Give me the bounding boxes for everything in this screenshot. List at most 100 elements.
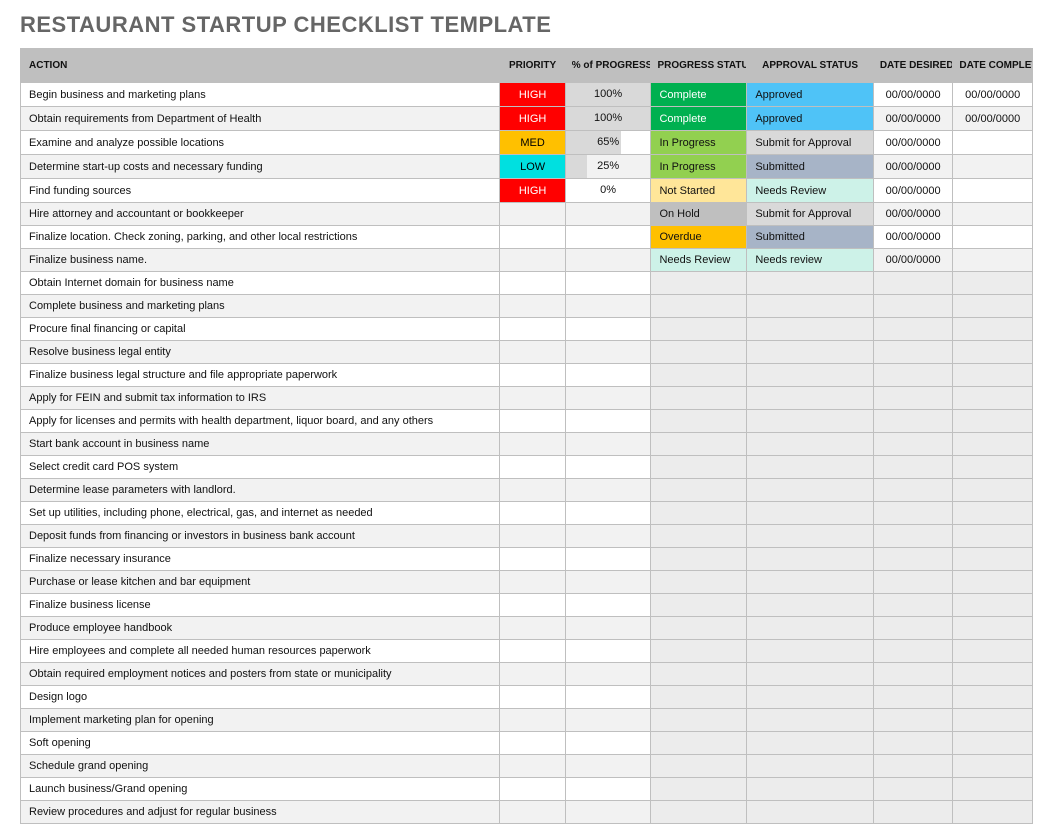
cell-priority[interactable] xyxy=(500,617,565,640)
cell-approval-status[interactable]: Approved xyxy=(747,83,874,107)
cell-progress[interactable] xyxy=(565,341,651,364)
cell-approval-status[interactable] xyxy=(747,364,874,387)
cell-date-completed[interactable] xyxy=(953,341,1033,364)
cell-action[interactable]: Hire attorney and accountant or bookkeep… xyxy=(21,203,500,226)
cell-date-desired[interactable] xyxy=(873,456,953,479)
cell-progress[interactable] xyxy=(565,364,651,387)
cell-progress[interactable] xyxy=(565,640,651,663)
cell-date-desired[interactable] xyxy=(873,364,953,387)
cell-progress[interactable] xyxy=(565,456,651,479)
cell-priority[interactable] xyxy=(500,686,565,709)
cell-priority[interactable] xyxy=(500,341,565,364)
cell-date-desired[interactable] xyxy=(873,617,953,640)
cell-priority[interactable]: HIGH xyxy=(500,179,565,203)
cell-priority[interactable] xyxy=(500,801,565,824)
cell-progress-status[interactable]: On Hold xyxy=(651,203,747,226)
cell-date-completed[interactable] xyxy=(953,640,1033,663)
cell-action[interactable]: Finalize necessary insurance xyxy=(21,548,500,571)
cell-progress[interactable] xyxy=(565,410,651,433)
cell-action[interactable]: Apply for licenses and permits with heal… xyxy=(21,410,500,433)
cell-progress[interactable] xyxy=(565,548,651,571)
cell-action[interactable]: Determine start-up costs and necessary f… xyxy=(21,155,500,179)
cell-priority[interactable] xyxy=(500,732,565,755)
cell-action[interactable]: Launch business/Grand opening xyxy=(21,778,500,801)
cell-approval-status[interactable] xyxy=(747,295,874,318)
cell-priority[interactable] xyxy=(500,295,565,318)
cell-priority[interactable] xyxy=(500,755,565,778)
cell-priority[interactable] xyxy=(500,663,565,686)
cell-date-completed[interactable] xyxy=(953,686,1033,709)
cell-date-completed[interactable] xyxy=(953,525,1033,548)
cell-approval-status[interactable] xyxy=(747,801,874,824)
cell-priority[interactable]: HIGH xyxy=(500,83,565,107)
cell-action[interactable]: Examine and analyze possible locations xyxy=(21,131,500,155)
cell-progress-status[interactable] xyxy=(651,755,747,778)
cell-approval-status[interactable]: Submitted xyxy=(747,155,874,179)
cell-progress[interactable] xyxy=(565,709,651,732)
cell-approval-status[interactable]: Needs Review xyxy=(747,179,874,203)
cell-approval-status[interactable] xyxy=(747,502,874,525)
cell-action[interactable]: Finalize location. Check zoning, parking… xyxy=(21,226,500,249)
cell-priority[interactable]: LOW xyxy=(500,155,565,179)
cell-date-completed[interactable] xyxy=(953,617,1033,640)
cell-progress-status[interactable] xyxy=(651,525,747,548)
cell-date-desired[interactable] xyxy=(873,502,953,525)
cell-date-desired[interactable] xyxy=(873,295,953,318)
cell-action[interactable]: Determine lease parameters with landlord… xyxy=(21,479,500,502)
cell-date-desired[interactable] xyxy=(873,755,953,778)
cell-priority[interactable] xyxy=(500,502,565,525)
cell-date-completed[interactable] xyxy=(953,387,1033,410)
cell-date-completed[interactable] xyxy=(953,571,1033,594)
cell-date-desired[interactable]: 00/00/0000 xyxy=(873,131,953,155)
cell-date-desired[interactable]: 00/00/0000 xyxy=(873,203,953,226)
cell-progress[interactable] xyxy=(565,502,651,525)
cell-priority[interactable] xyxy=(500,456,565,479)
cell-date-completed[interactable] xyxy=(953,410,1033,433)
cell-date-desired[interactable] xyxy=(873,686,953,709)
cell-date-desired[interactable] xyxy=(873,709,953,732)
cell-action[interactable]: Hire employees and complete all needed h… xyxy=(21,640,500,663)
cell-date-desired[interactable] xyxy=(873,663,953,686)
cell-approval-status[interactable] xyxy=(747,571,874,594)
cell-action[interactable]: Design logo xyxy=(21,686,500,709)
cell-approval-status[interactable]: Approved xyxy=(747,107,874,131)
cell-date-desired[interactable] xyxy=(873,272,953,295)
cell-action[interactable]: Obtain Internet domain for business name xyxy=(21,272,500,295)
cell-progress[interactable] xyxy=(565,249,651,272)
cell-progress-status[interactable] xyxy=(651,617,747,640)
cell-date-completed[interactable]: 00/00/0000 xyxy=(953,107,1033,131)
cell-approval-status[interactable] xyxy=(747,341,874,364)
cell-progress-status[interactable]: Not Started xyxy=(651,179,747,203)
cell-progress-status[interactable] xyxy=(651,272,747,295)
cell-progress[interactable]: 25% xyxy=(565,155,651,179)
cell-action[interactable]: Procure final financing or capital xyxy=(21,318,500,341)
cell-priority[interactable] xyxy=(500,548,565,571)
cell-approval-status[interactable] xyxy=(747,387,874,410)
cell-progress[interactable] xyxy=(565,778,651,801)
cell-date-completed[interactable] xyxy=(953,594,1033,617)
cell-progress-status[interactable] xyxy=(651,548,747,571)
cell-date-desired[interactable] xyxy=(873,778,953,801)
cell-date-completed[interactable] xyxy=(953,179,1033,203)
cell-priority[interactable]: HIGH xyxy=(500,107,565,131)
cell-action[interactable]: Soft opening xyxy=(21,732,500,755)
cell-progress[interactable] xyxy=(565,686,651,709)
cell-progress-status[interactable] xyxy=(651,571,747,594)
cell-date-completed[interactable] xyxy=(953,318,1033,341)
cell-date-completed[interactable] xyxy=(953,295,1033,318)
cell-date-desired[interactable]: 00/00/0000 xyxy=(873,179,953,203)
cell-priority[interactable] xyxy=(500,778,565,801)
cell-date-completed[interactable] xyxy=(953,272,1033,295)
cell-action[interactable]: Begin business and marketing plans xyxy=(21,83,500,107)
cell-date-desired[interactable] xyxy=(873,571,953,594)
cell-progress[interactable]: 100% xyxy=(565,83,651,107)
cell-progress[interactable] xyxy=(565,732,651,755)
cell-progress-status[interactable] xyxy=(651,732,747,755)
cell-action[interactable]: Implement marketing plan for opening xyxy=(21,709,500,732)
cell-priority[interactable] xyxy=(500,571,565,594)
cell-action[interactable]: Obtain required employment notices and p… xyxy=(21,663,500,686)
cell-progress-status[interactable]: Needs Review xyxy=(651,249,747,272)
cell-priority[interactable] xyxy=(500,433,565,456)
cell-progress[interactable] xyxy=(565,433,651,456)
cell-priority[interactable] xyxy=(500,410,565,433)
